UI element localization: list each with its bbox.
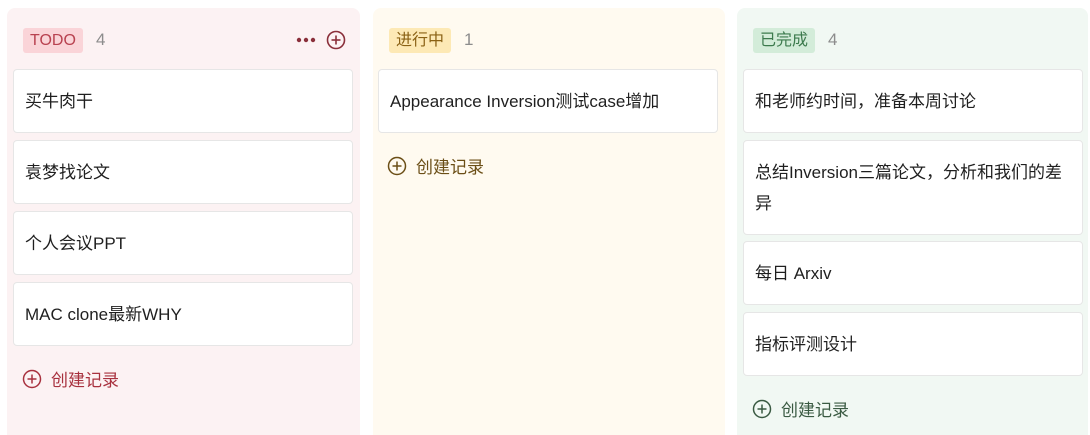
status-badge[interactable]: TODO [23,27,83,53]
card[interactable]: 个人会议PPT [13,211,353,275]
card-title: 和老师约时间，准备本周讨论 [755,91,976,111]
card[interactable]: Appearance Inversion测试case增加 [378,69,718,133]
card[interactable]: 袁梦找论文 [13,140,353,204]
card[interactable]: 指标评测设计 [743,312,1083,376]
add-record-label: 创建记录 [781,401,849,420]
status-badge[interactable]: 已完成 [753,27,816,53]
add-record-button[interactable]: 创建记录 [22,366,119,391]
column-in-progress: 进行中 1 Appearance Inversion测试case增加 创建记录 [373,8,725,435]
status-badge[interactable]: 进行中 [389,27,452,53]
card[interactable]: 和老师约时间，准备本周讨论 [743,69,1083,133]
card-title: MAC clone最新WHY [25,304,182,324]
column-actions [295,29,347,51]
plus-circle-icon [752,399,772,418]
add-record-label: 创建记录 [51,371,119,390]
card-title: 每日 Arxiv [755,263,832,283]
plus-circle-icon[interactable] [325,29,347,51]
add-record-button[interactable]: 创建记录 [752,396,849,421]
card-count: 4 [828,30,838,49]
plus-circle-icon [387,156,407,175]
add-record-button[interactable]: 创建记录 [387,153,484,178]
plus-circle-icon [22,369,42,388]
column-todo: TODO 4 买牛肉干 袁梦找论文 个人会议PPT MAC clone最新WHY… [7,8,360,435]
card-title: Appearance Inversion测试case增加 [390,91,660,111]
card-count: 1 [464,30,474,49]
card-title: 指标评测设计 [755,334,857,354]
card-title: 买牛肉干 [25,91,93,111]
card-title: 袁梦找论文 [25,162,110,182]
card-title: 总结Inversion三篇论文，分析和我们的差异 [755,162,1062,213]
card[interactable]: 总结Inversion三篇论文，分析和我们的差异 [743,140,1083,235]
card[interactable]: 每日 Arxiv [743,241,1083,305]
add-record-label: 创建记录 [416,158,484,177]
card-title: 个人会议PPT [25,233,127,253]
column-header: TODO 4 [23,27,105,53]
card[interactable]: 买牛肉干 [13,69,353,133]
kanban-board: TODO 4 买牛肉干 袁梦找论文 个人会议PPT MAC clone最新WHY… [0,0,1090,435]
more-icon[interactable] [295,29,317,51]
card-count: 4 [95,30,106,49]
column-header: 已完成 4 [753,27,837,53]
column-header: 进行中 1 [389,27,473,53]
column-done: 已完成 4 和老师约时间，准备本周讨论 总结Inversion三篇论文，分析和我… [737,8,1088,435]
card[interactable]: MAC clone最新WHY [13,282,353,346]
